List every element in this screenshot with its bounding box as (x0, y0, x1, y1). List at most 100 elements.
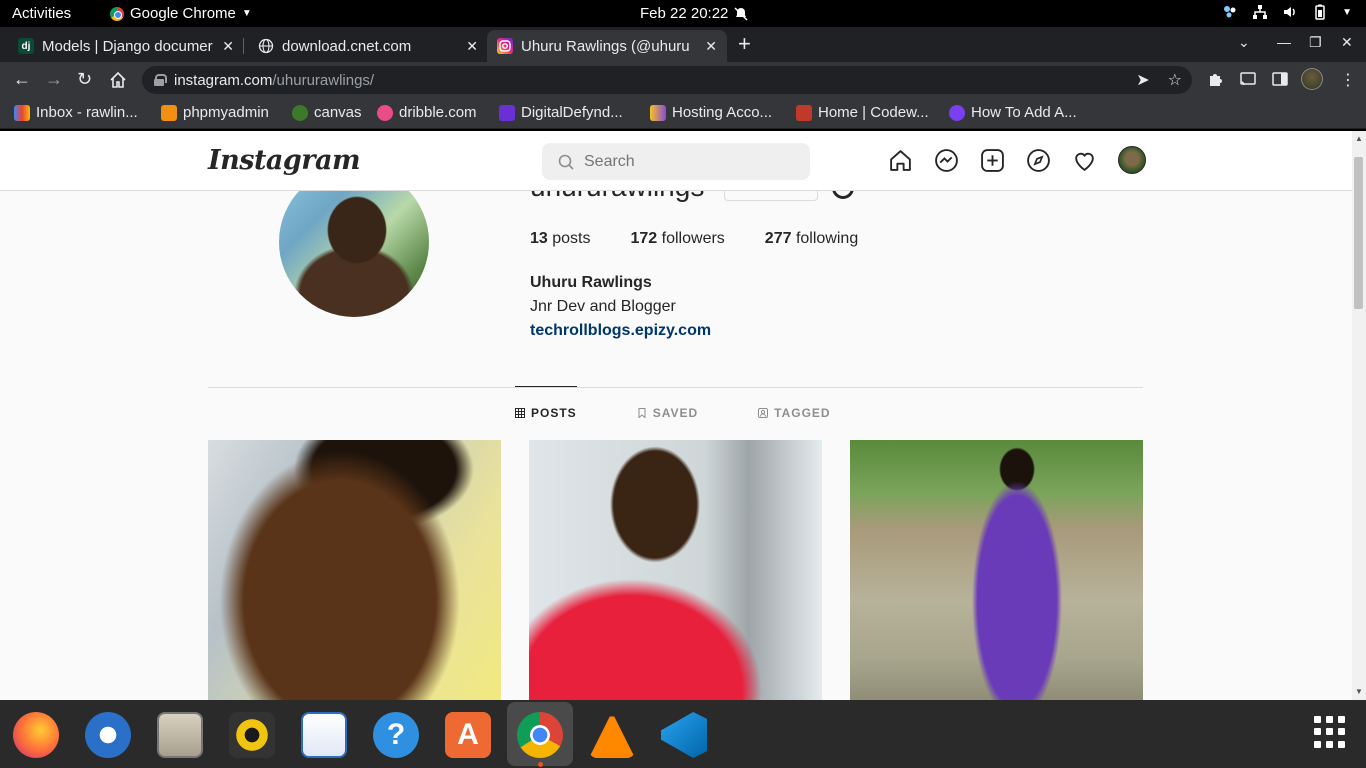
new-tab-button[interactable]: + (738, 31, 751, 57)
home-icon[interactable] (888, 148, 913, 173)
help-icon[interactable]: ? (373, 712, 419, 758)
running-indicator (538, 762, 543, 767)
firefox-icon[interactable] (13, 712, 59, 758)
posts-count: 13 (530, 230, 548, 247)
close-icon[interactable]: ✕ (222, 38, 234, 55)
extensions-icon[interactable] (1207, 70, 1225, 88)
tab-saved[interactable]: SAVED (637, 387, 698, 439)
side-panel-icon[interactable] (1271, 70, 1289, 88)
profile-tabs: POSTS SAVED TAGGED (515, 386, 831, 439)
messenger-icon[interactable] (934, 148, 959, 173)
clock[interactable]: Feb 22 20:22 (640, 5, 748, 22)
address-bar[interactable]: instagram.com/uhururawlings/ ➤ ☆ (142, 66, 1192, 94)
new-post-icon[interactable] (980, 148, 1005, 173)
more-menu-icon[interactable]: ⋮ (1340, 70, 1356, 90)
bookmark-label: Hosting Acco... (672, 104, 773, 121)
tab-tagged-label: TAGGED (774, 406, 831, 420)
post-thumbnail[interactable] (529, 440, 822, 700)
activities-button[interactable]: Activities (12, 5, 71, 22)
send-icon[interactable]: ➤ (1136, 70, 1149, 90)
browser-toolbar: ← → ↻ instagram.com/uhururawlings/ ➤ ☆ ⋮ (0, 62, 1366, 98)
bookmark-label: DigitalDefynd... (521, 104, 623, 121)
tab-posts[interactable]: POSTS (515, 386, 577, 438)
following-label: following (795, 230, 859, 247)
bookmark-item[interactable]: DigitalDefynd... (499, 104, 623, 121)
vscode-icon[interactable] (661, 712, 707, 758)
search-input[interactable] (584, 152, 784, 171)
thunderbird-icon[interactable] (85, 712, 131, 758)
tab-instagram[interactable]: Uhuru Rawlings (@uhuru ✕ (487, 30, 727, 62)
followers-label: followers (661, 230, 725, 247)
instagram-navbar: Instagram (0, 131, 1352, 191)
restore-icon[interactable]: ❐ (1309, 34, 1322, 51)
network-icon (1253, 5, 1268, 19)
globe-icon (258, 38, 274, 54)
clock-label: Feb 22 20:22 (640, 5, 729, 22)
tab-cnet[interactable]: download.cnet.com ✕ (248, 30, 488, 62)
followers-stat[interactable]: 172 followers (631, 230, 725, 248)
bookmark-star-icon[interactable]: ☆ (1168, 70, 1182, 90)
show-apps-grid-icon[interactable] (1314, 716, 1346, 748)
lock-icon[interactable] (154, 74, 167, 86)
post-thumbnail[interactable] (208, 440, 501, 700)
profile-avatar[interactable] (1118, 146, 1146, 174)
bookmark-item[interactable]: Hosting Acco... (650, 104, 772, 121)
bookmark-item[interactable]: Inbox - rawlin... (14, 104, 138, 121)
bookmark-label: How To Add A... (971, 104, 1077, 121)
system-top-bar: Activities Google Chrome ▼ Feb 22 20:22 … (0, 0, 1366, 27)
back-icon[interactable]: ← (13, 69, 31, 90)
scroll-up-icon[interactable]: ▲ (1355, 134, 1363, 143)
app-menu[interactable]: Google Chrome ▼ (110, 5, 252, 22)
bookmark-item[interactable]: Home | Codew... (796, 104, 929, 121)
cast-icon[interactable] (1239, 70, 1257, 88)
app-indicator-icon (1224, 6, 1236, 18)
digitaldefynd-icon (499, 104, 515, 121)
bookmark-label: Home | Codew... (818, 104, 929, 121)
bookmark-site-icon (949, 104, 965, 121)
window-close-icon[interactable]: ✕ (1341, 34, 1353, 51)
explore-compass-icon[interactable] (1026, 148, 1051, 173)
chrome-profile-avatar[interactable] (1301, 68, 1323, 90)
bookmark-item[interactable]: dribble.com (377, 104, 477, 121)
home-icon[interactable] (109, 71, 127, 89)
bookmark-item[interactable]: canvas (292, 104, 362, 121)
profile-website-link[interactable]: techrollblogs.epizy.com (530, 322, 711, 340)
following-stat[interactable]: 277 following (765, 230, 858, 248)
chrome-icon (110, 6, 124, 21)
url-host: instagram.com (174, 71, 273, 89)
volume-icon (1284, 7, 1295, 17)
rhythmbox-icon[interactable] (229, 712, 275, 758)
chrome-icon[interactable] (517, 712, 563, 758)
forward-icon[interactable]: → (45, 69, 63, 90)
post-thumbnail[interactable] (850, 440, 1143, 700)
vlc-icon[interactable] (589, 712, 635, 758)
tab-django[interactable]: dj Models | Django documer ✕ (8, 30, 244, 62)
heart-icon[interactable] (1072, 148, 1097, 173)
page-scrollbar[interactable]: ▲ ▼ (1352, 131, 1366, 700)
web-page: uhururawlings 13 posts 172 followers 277… (0, 131, 1352, 700)
chevron-down-icon: ▼ (1342, 6, 1352, 18)
tab-label: Models | Django documer (42, 37, 213, 55)
scroll-down-icon[interactable]: ▼ (1355, 687, 1363, 696)
following-count: 277 (764, 230, 792, 247)
files-icon[interactable] (157, 712, 203, 758)
tab-tagged[interactable]: TAGGED (758, 387, 830, 439)
profile-stats: 13 posts 172 followers 277 following (530, 230, 858, 248)
scrollbar-thumb[interactable] (1354, 157, 1363, 309)
instagram-logo[interactable]: Instagram (208, 145, 361, 176)
system-tray[interactable]: ▼ (1222, 4, 1352, 20)
tab-search-icon[interactable]: ⌄ (1238, 34, 1250, 51)
bookmark-item[interactable]: How To Add A... (949, 104, 1077, 121)
search-box[interactable] (542, 143, 810, 180)
app-menu-label: Google Chrome (130, 5, 236, 22)
close-icon[interactable]: ✕ (705, 38, 717, 55)
minimize-icon[interactable]: — (1277, 34, 1291, 50)
bookmark-icon (638, 408, 646, 418)
close-icon[interactable]: ✕ (466, 38, 478, 55)
bookmark-item[interactable]: phpmyadmin (161, 104, 269, 121)
reload-icon[interactable]: ↻ (77, 69, 92, 90)
writer-icon[interactable] (301, 712, 347, 758)
software-center-icon[interactable]: A (445, 712, 491, 758)
dribbble-icon (377, 104, 393, 121)
bookmark-label: canvas (314, 104, 362, 121)
